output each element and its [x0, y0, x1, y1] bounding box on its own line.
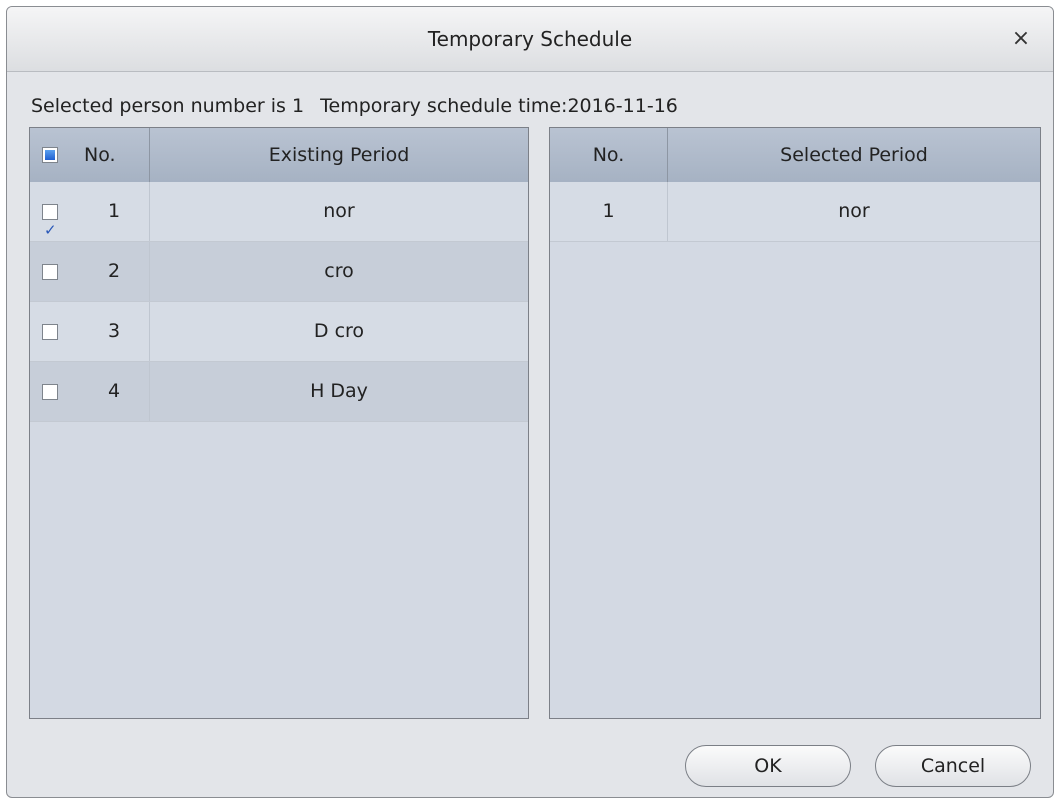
row-period: H Day — [310, 380, 368, 402]
row-period: nor — [838, 200, 870, 222]
row-number: 2 — [108, 260, 121, 282]
temporary-schedule-dialog: Temporary Schedule × Selected person num… — [6, 6, 1054, 798]
row-period: nor — [323, 200, 355, 222]
row-no-cell: 1 — [30, 182, 150, 260]
dialog-title: Temporary Schedule — [427, 27, 633, 51]
header-no-cell: No. — [30, 128, 150, 182]
column-header-selected-period[interactable]: Selected Period — [668, 128, 1040, 182]
row-no-cell: 4 — [30, 362, 150, 421]
selected-person-text: Selected person number is 1 — [31, 95, 305, 117]
selected-table-header: No. Selected Period — [550, 128, 1040, 183]
table-row[interactable]: 2 cro — [30, 242, 528, 302]
ok-button[interactable]: OK — [685, 745, 851, 787]
row-number: 3 — [108, 320, 121, 342]
table-row[interactable]: 1 nor — [550, 182, 1040, 242]
selected-period-table: No. Selected Period 1 nor — [549, 127, 1041, 719]
row-no-cell: 2 — [30, 242, 150, 301]
row-checkbox[interactable] — [42, 264, 58, 280]
row-period: cro — [324, 260, 354, 282]
column-header-no: No. — [84, 144, 116, 166]
row-checkbox[interactable] — [42, 201, 58, 260]
row-period: D cro — [313, 320, 365, 342]
row-no-cell: 3 — [30, 302, 150, 361]
schedule-info: Selected person number is 1 Temporary sc… — [31, 95, 688, 117]
row-number: 1 — [550, 182, 668, 241]
row-number: 4 — [108, 380, 121, 402]
dialog-titlebar[interactable]: Temporary Schedule × — [7, 7, 1053, 72]
row-checkbox[interactable] — [42, 324, 58, 340]
table-row[interactable]: 3 D cro — [30, 302, 528, 362]
row-checkbox[interactable] — [42, 384, 58, 400]
table-row[interactable]: 4 H Day — [30, 362, 528, 422]
existing-table-header: No. Existing Period — [30, 128, 528, 183]
column-header-existing-period[interactable]: Existing Period — [150, 128, 528, 182]
schedule-time-text: Temporary schedule time:2016-11-16 — [320, 95, 678, 117]
table-row[interactable]: 1 nor — [30, 182, 528, 260]
column-header-no[interactable]: No. — [550, 128, 668, 182]
cancel-button[interactable]: Cancel — [875, 745, 1031, 787]
close-icon[interactable]: × — [1003, 21, 1039, 57]
row-number: 1 — [108, 200, 121, 222]
select-all-checkbox[interactable] — [42, 147, 58, 163]
existing-period-table: No. Existing Period 1 nor 2 cro 3 D cro 4 H Day — [29, 127, 529, 719]
